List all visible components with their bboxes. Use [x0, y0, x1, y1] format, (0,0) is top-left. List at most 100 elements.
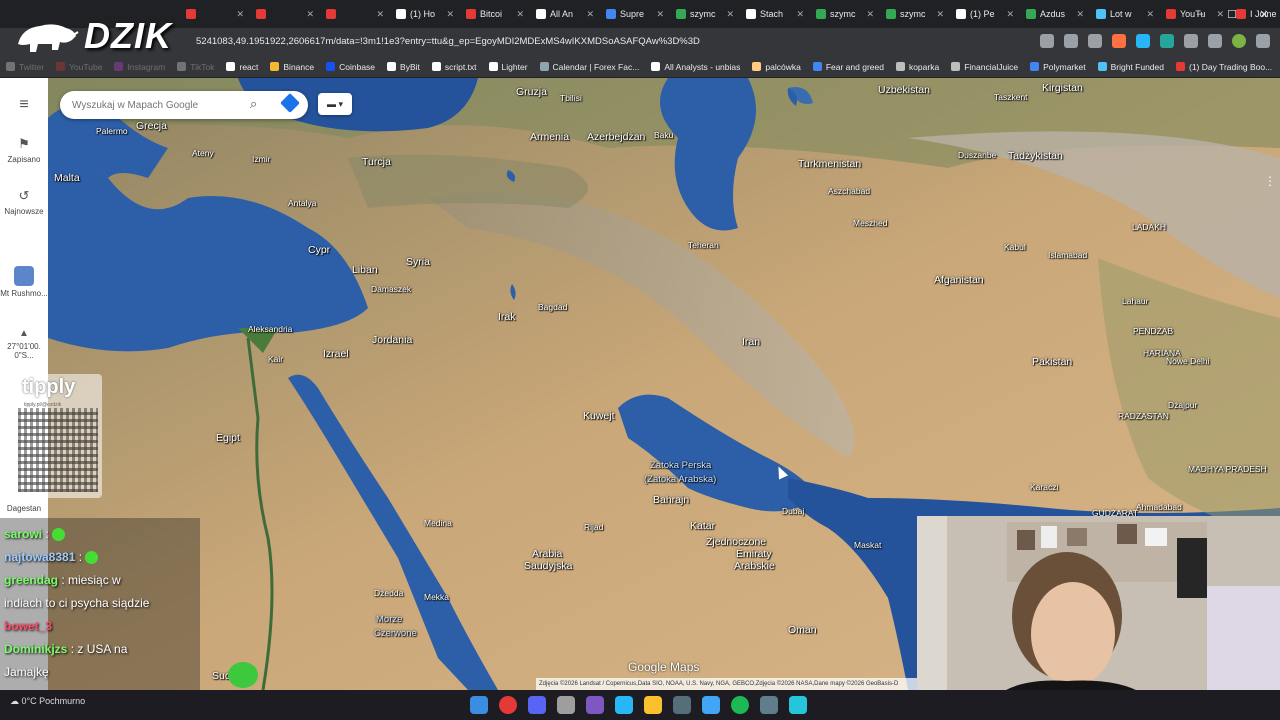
- browser-tab[interactable]: Bitcoi ✕: [460, 0, 530, 28]
- start-icon[interactable]: [470, 696, 488, 714]
- map-label[interactable]: Armenia: [530, 131, 569, 143]
- bookmark-item[interactable]: koparka: [895, 62, 939, 72]
- map-label[interactable]: Kirgistan: [1042, 82, 1083, 94]
- map-label[interactable]: Turkmenistan: [798, 158, 861, 170]
- chat-username[interactable]: sarowi: [4, 527, 42, 541]
- bookmark-item[interactable]: TikTok: [177, 62, 214, 72]
- notepad-icon[interactable]: [789, 696, 807, 714]
- close-window-icon[interactable]: ✕: [1248, 8, 1280, 21]
- search-input[interactable]: [72, 97, 242, 113]
- map-label[interactable]: Emiraty: [736, 548, 772, 560]
- map-label[interactable]: Islamabad: [1048, 250, 1087, 260]
- location-icon[interactable]: [1040, 34, 1054, 48]
- tab-close-icon[interactable]: ✕: [306, 9, 314, 20]
- bookmark-item[interactable]: YouTube: [56, 62, 102, 72]
- bookmark-item[interactable]: Polymarket: [1030, 62, 1086, 72]
- map-label[interactable]: Medina: [424, 518, 452, 528]
- app-icon[interactable]: [586, 696, 604, 714]
- map-label[interactable]: LADAKH: [1132, 222, 1166, 232]
- bookmark-item[interactable]: script.txt: [431, 62, 477, 72]
- map-label[interactable]: Azerbejdżan: [587, 131, 645, 143]
- chat-username[interactable]: Dominikjzs: [4, 642, 67, 656]
- directions-icon[interactable]: [280, 93, 300, 113]
- map-label[interactable]: Dżajpur: [1168, 400, 1197, 410]
- bookmark-item[interactable]: Bright Funded: [1097, 62, 1164, 72]
- map-label[interactable]: Meszhed: [853, 218, 888, 228]
- tab-close-icon[interactable]: ✕: [726, 9, 734, 20]
- tab-close-icon[interactable]: ✕: [586, 9, 594, 20]
- browser-tab[interactable]: Lot w ✕: [1090, 0, 1160, 28]
- layers-button[interactable]: ▬ ▾: [318, 93, 352, 115]
- map-label[interactable]: Oman: [788, 624, 817, 636]
- bookmark-item[interactable]: palcówka: [752, 62, 801, 72]
- map-label[interactable]: Rijad: [584, 522, 603, 532]
- map-label[interactable]: Ahmadabad: [1136, 502, 1182, 512]
- map-label[interactable]: Liban: [352, 264, 378, 276]
- browser-tab[interactable]: Azdus ✕: [1020, 0, 1090, 28]
- browser-tab[interactable]: All An ✕: [530, 0, 600, 28]
- install-icon[interactable]: [1064, 34, 1078, 48]
- map-label[interactable]: Baku: [654, 130, 673, 140]
- map-label[interactable]: Dżedda: [374, 588, 403, 598]
- bookmark-item[interactable]: FinancialJuice: [951, 62, 1018, 72]
- map-label[interactable]: Pakistan: [1032, 356, 1072, 368]
- map-label[interactable]: Arabia: [532, 548, 562, 560]
- browser-tab[interactable]: szymc ✕: [670, 0, 740, 28]
- tab-close-icon[interactable]: ✕: [796, 9, 804, 20]
- map-label[interactable]: Bagdad: [538, 302, 567, 312]
- map-label[interactable]: Malta: [54, 172, 80, 184]
- maximize-icon[interactable]: ☐: [1216, 8, 1248, 21]
- spotify-icon[interactable]: [731, 696, 749, 714]
- url-field[interactable]: 5241083,49.1951922,2606617m/data=!3m1!1e…: [196, 32, 1096, 52]
- browser-tab[interactable]: (1) Pe ✕: [950, 0, 1020, 28]
- map-label[interactable]: Dubaj: [782, 506, 804, 516]
- map-label[interactable]: HARIANA: [1143, 348, 1181, 358]
- browser-tab[interactable]: (1) Ho ✕: [390, 0, 460, 28]
- map-label[interactable]: Tadżykistan: [1008, 150, 1063, 162]
- browser-tab[interactable]: szymc ✕: [880, 0, 950, 28]
- browser-tab[interactable]: ✕: [320, 0, 390, 28]
- bookmark-item[interactable]: Fear and greed: [812, 62, 884, 72]
- map-label[interactable]: Duszanbe: [958, 150, 996, 160]
- map-label[interactable]: Czerwone: [374, 628, 417, 639]
- tab-close-icon[interactable]: ✕: [516, 9, 524, 20]
- tab-close-icon[interactable]: ✕: [236, 9, 244, 20]
- map-label[interactable]: PENDŻAB: [1133, 326, 1173, 336]
- bookmark-item[interactable]: react: [226, 62, 258, 72]
- menu-dots-icon[interactable]: [1256, 34, 1270, 48]
- tab-close-icon[interactable]: ✕: [656, 9, 664, 20]
- browser-tab[interactable]: szymc ✕: [810, 0, 880, 28]
- map-label[interactable]: Irak: [498, 311, 516, 323]
- map-label[interactable]: Maskat: [854, 540, 881, 550]
- recent-place-dagestan[interactable]: Dagestan: [0, 504, 48, 513]
- map-label[interactable]: MADHYA PRADESH: [1188, 464, 1267, 474]
- recent-place-rushmore[interactable]: Mt Rushmo...: [0, 266, 48, 298]
- menu-button[interactable]: ≡: [0, 96, 48, 117]
- browser-tab[interactable]: Stach ✕: [740, 0, 810, 28]
- map-label[interactable]: Damaszek: [371, 284, 411, 294]
- tab-search-icon[interactable]: [1208, 34, 1222, 48]
- map-label[interactable]: Uzbekistan: [878, 84, 930, 96]
- map-label[interactable]: Karaczi: [1030, 482, 1058, 492]
- minimize-icon[interactable]: –: [1184, 8, 1216, 20]
- recent-place-coords[interactable]: ▲ 27°01'00. 0"S...: [0, 328, 48, 360]
- map-label[interactable]: Grecja: [136, 120, 167, 132]
- map-label[interactable]: Morze: [376, 614, 402, 625]
- chat-username[interactable]: bowet_3: [4, 619, 52, 633]
- bookmark-item[interactable]: ByBit: [387, 62, 420, 72]
- map-label[interactable]: Kuwejt: [583, 410, 615, 422]
- map-label[interactable]: RADZASTAN: [1118, 411, 1169, 421]
- bookmark-item[interactable]: Binance: [270, 62, 314, 72]
- map-label[interactable]: Taszkent: [994, 92, 1028, 102]
- browser-tab[interactable]: ✕: [180, 0, 250, 28]
- tab-close-icon[interactable]: ✕: [1006, 9, 1014, 20]
- search-icon[interactable]: ⌕: [250, 96, 257, 112]
- bookmark-item[interactable]: Lighter: [488, 62, 528, 72]
- bookmark-item[interactable]: All Analysts - unbias: [651, 62, 740, 72]
- extension-blue-icon[interactable]: [1136, 34, 1150, 48]
- map-label[interactable]: Aszchabad: [828, 186, 870, 196]
- map-label[interactable]: Egipt: [216, 432, 240, 444]
- ccleaner-icon[interactable]: [673, 696, 691, 714]
- map-label[interactable]: Lahaur: [1122, 296, 1148, 306]
- map-label[interactable]: Turcja: [362, 156, 391, 168]
